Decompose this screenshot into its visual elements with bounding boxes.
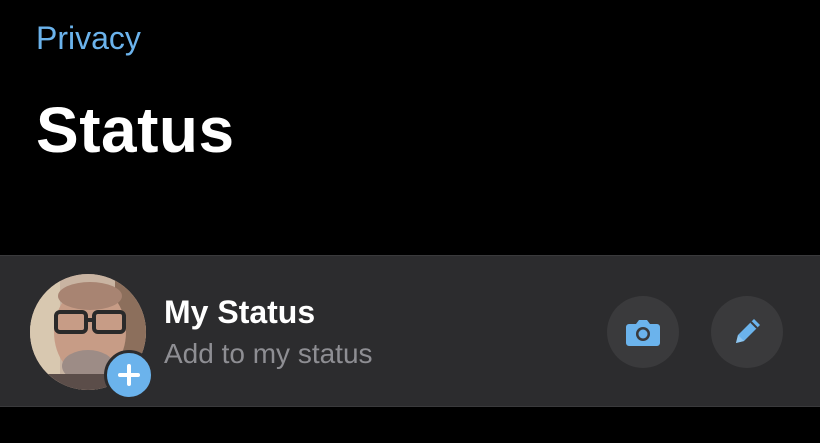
my-status-name: My Status [164,294,316,330]
pencil-icon [736,319,760,343]
pencil-button[interactable] [711,296,783,368]
camera-icon [626,320,660,346]
avatar-container[interactable] [30,274,154,400]
my-status-subtitle: Add to my status [164,338,373,369]
back-button-privacy[interactable]: Privacy [36,18,141,58]
camera-button[interactable] [607,296,679,368]
add-status-badge[interactable] [104,350,154,400]
my-status-row[interactable]: My Status Add to my status [0,255,820,407]
status-screen: Privacy Status My Status Add to my statu… [0,0,820,443]
plus-icon [118,364,140,386]
page-title: Status [36,94,235,166]
